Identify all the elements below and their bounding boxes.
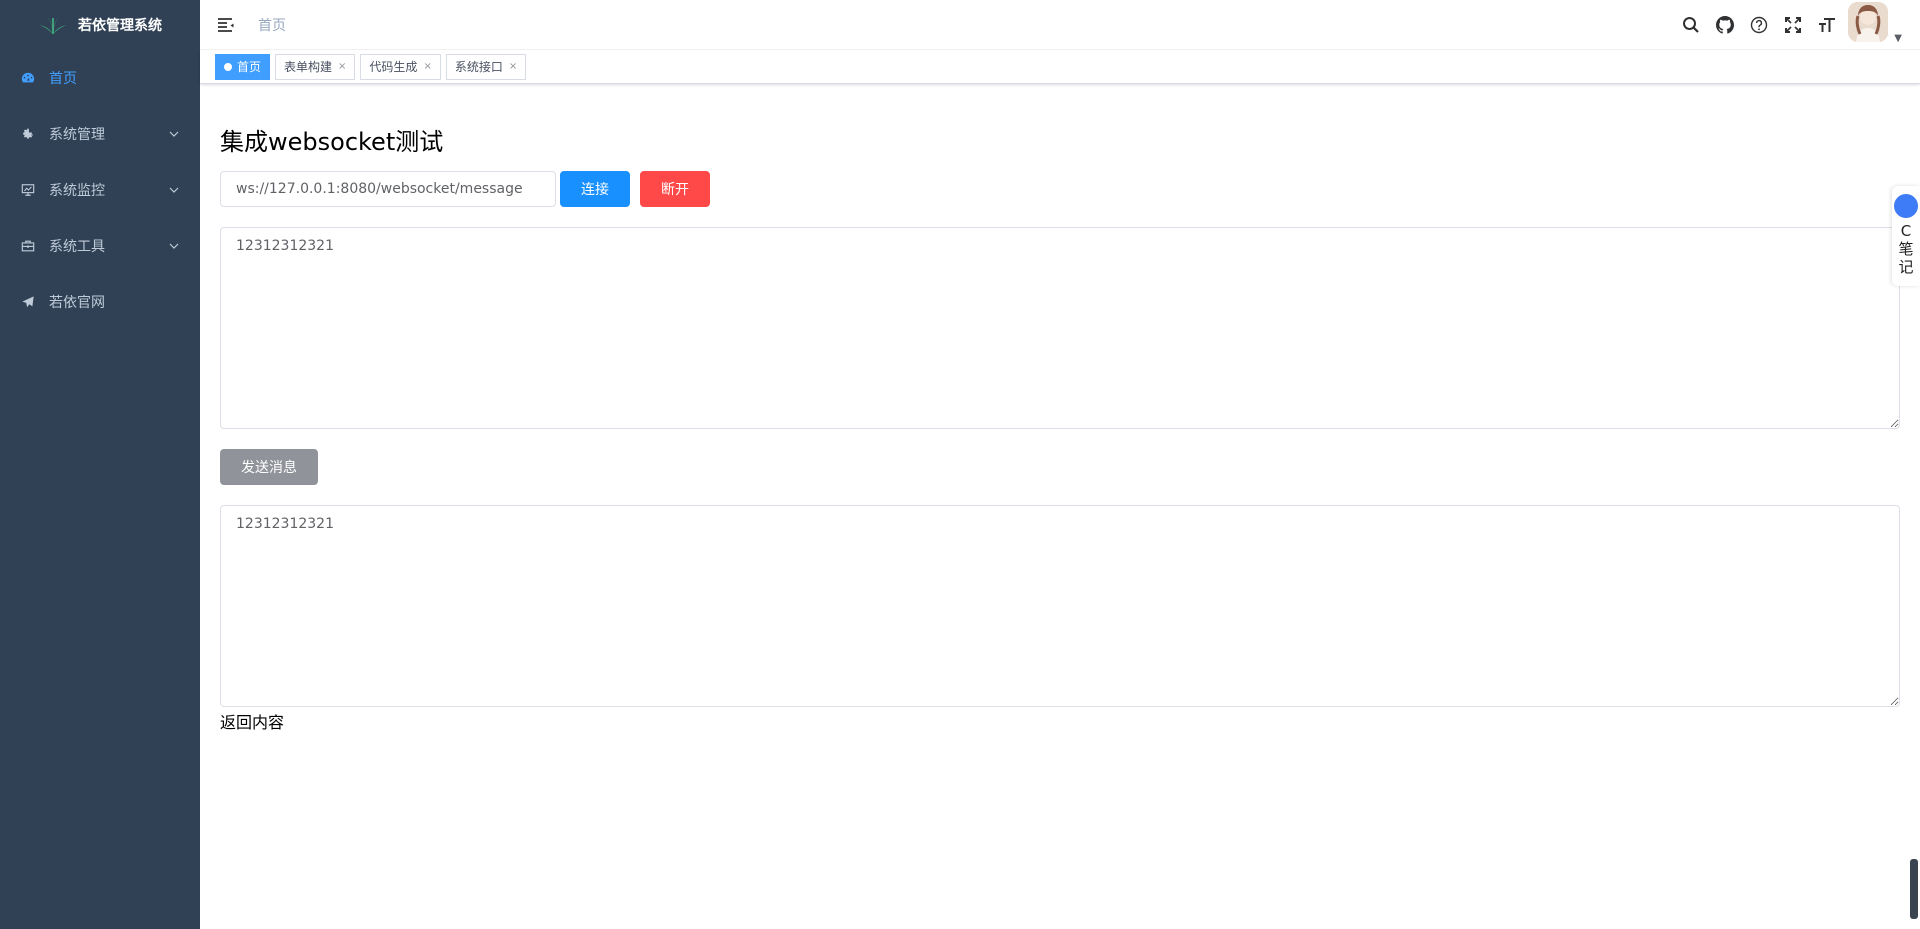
app-root: 若依管理系统 首页 系统管理 系统监控 系统工具 若依官网 首页 ▼ 首页 表单… <box>0 0 1920 929</box>
close-icon[interactable]: × <box>423 55 431 79</box>
chevron-down-icon <box>169 131 179 137</box>
main-container: 首页 ▼ 首页 表单构建 × 代码生成 × 系统接口 × 集成websocket… <box>200 0 1920 929</box>
page-content: 集成websocket测试 连接 断开 12312312321 发送消息 123… <box>200 84 1920 753</box>
connection-row: 连接 断开 <box>220 171 1900 207</box>
avatar[interactable] <box>1848 2 1889 42</box>
gear-icon <box>20 126 36 142</box>
tag-label: 首页 <box>237 59 262 74</box>
chevron-down-icon <box>169 243 179 249</box>
connect-button[interactable]: 连接 <box>560 171 630 207</box>
hamburger-icon[interactable] <box>216 15 236 35</box>
github-icon <box>1716 16 1735 34</box>
logo[interactable]: 若依管理系统 <box>0 0 200 50</box>
sidebar-item-system-management[interactable]: 系统管理 <box>0 106 200 162</box>
paper-plane-icon <box>20 294 36 310</box>
fullscreen-button[interactable] <box>1776 0 1810 50</box>
sidebar-item-official-site[interactable]: 若依官网 <box>0 274 200 330</box>
sidebar-item-system-monitor[interactable]: 系统监控 <box>0 162 200 218</box>
sidebar-item-label: 系统工具 <box>49 239 105 255</box>
close-icon[interactable]: × <box>338 55 346 79</box>
send-message-button[interactable]: 发送消息 <box>220 449 318 485</box>
sidebar-item-system-tools[interactable]: 系统工具 <box>0 218 200 274</box>
tag-label: 代码生成 <box>369 59 418 74</box>
note-widget-char: 笔 <box>1898 240 1914 258</box>
dashboard-icon <box>20 70 36 86</box>
close-icon[interactable]: × <box>509 55 517 79</box>
sidebar: 若依管理系统 首页 系统管理 系统监控 系统工具 若依官网 <box>0 0 200 929</box>
disconnect-button[interactable]: 断开 <box>640 171 710 207</box>
question-circle-icon <box>1751 16 1768 34</box>
sidebar-item-label: 首页 <box>49 71 77 87</box>
tags-view: 首页 表单构建 × 代码生成 × 系统接口 × <box>200 50 1920 84</box>
avatar-image-icon <box>1848 2 1889 42</box>
note-widget-icon <box>1894 194 1918 218</box>
avatar-dropdown[interactable]: ▼ <box>1848 0 1902 50</box>
breadcrumb: 首页 <box>258 15 286 35</box>
fullscreen-icon <box>1785 17 1802 33</box>
breadcrumb-item: 首页 <box>258 17 286 34</box>
docs-button[interactable] <box>1742 0 1776 50</box>
tag-label: 系统接口 <box>454 59 503 74</box>
right-menu: ▼ <box>1674 0 1920 50</box>
websocket-url-input[interactable] <box>220 171 556 207</box>
logo-title: 若依管理系统 <box>78 18 162 34</box>
search-icon <box>1683 17 1700 33</box>
note-widget[interactable]: C 笔 记 <box>1892 186 1920 286</box>
response-label: 返回内容 <box>220 713 285 732</box>
monitor-icon <box>20 182 36 198</box>
tag-form-builder[interactable]: 表单构建 × <box>275 53 356 80</box>
sidebar-item-home[interactable]: 首页 <box>0 50 200 106</box>
toolbox-icon <box>20 238 36 254</box>
tag-system-api[interactable]: 系统接口 × <box>445 53 527 80</box>
tag-label: 表单构建 <box>284 59 333 74</box>
tag-home[interactable]: 首页 <box>215 53 271 80</box>
note-widget-char: C <box>1900 222 1912 240</box>
chevron-down-icon <box>169 187 179 193</box>
search-button[interactable] <box>1674 0 1708 50</box>
navbar: 首页 ▼ <box>200 0 1920 50</box>
logo-icon <box>39 16 67 34</box>
sidebar-item-label: 若依官网 <box>49 295 105 311</box>
caret-down-icon: ▼ <box>1894 33 1902 44</box>
message-textarea[interactable]: 12312312321 <box>220 227 1900 429</box>
page-title: 集成websocket测试 <box>220 128 444 156</box>
github-button[interactable] <box>1708 0 1742 50</box>
sidebar-menu: 首页 系统管理 系统监控 系统工具 若依官网 <box>0 50 200 330</box>
font-size-button[interactable] <box>1810 0 1844 50</box>
sidebar-item-label: 系统监控 <box>49 183 105 199</box>
tag-code-generator[interactable]: 代码生成 × <box>360 53 441 80</box>
note-widget-char: 记 <box>1898 258 1914 276</box>
response-textarea[interactable]: 12312312321 <box>220 505 1900 707</box>
scrollbar-handle[interactable] <box>1910 859 1918 919</box>
sidebar-item-label: 系统管理 <box>49 127 105 143</box>
font-size-icon <box>1819 18 1836 32</box>
